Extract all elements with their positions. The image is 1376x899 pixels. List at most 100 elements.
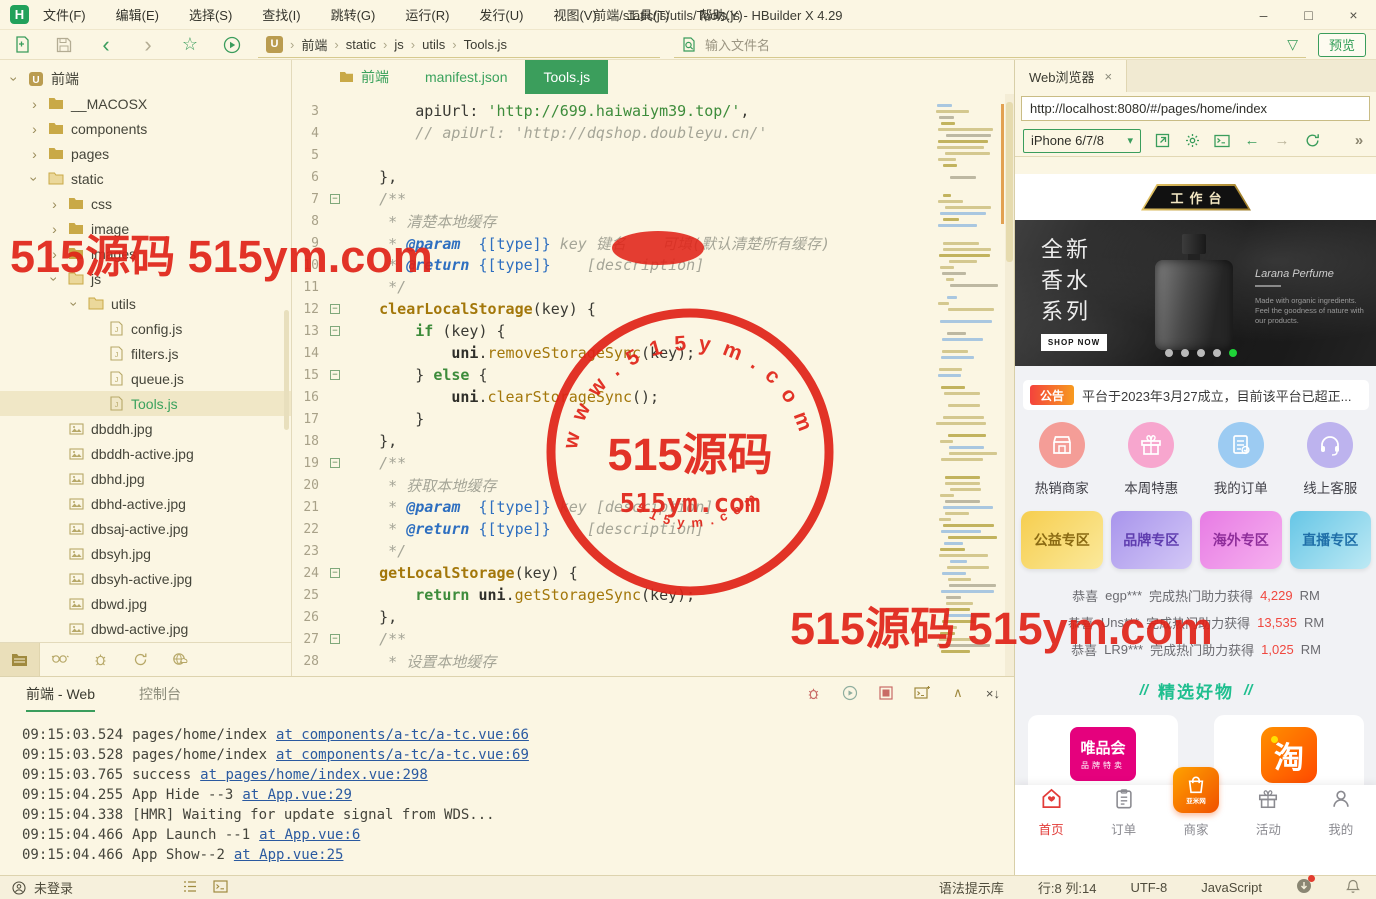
menu-文件(F)[interactable]: 文件(F): [43, 5, 86, 24]
tab-project[interactable]: 前端: [321, 60, 407, 94]
nav-item-我的[interactable]: 我的: [1311, 788, 1371, 838]
settings-gear-icon[interactable]: [1183, 132, 1201, 150]
back-icon[interactable]: ‹: [96, 35, 116, 55]
breadcrumb-item[interactable]: Tools.js: [464, 37, 507, 52]
nav-item-首页[interactable]: 首页: [1021, 787, 1081, 838]
tree-item-__MACOSX[interactable]: ›__MACOSX: [0, 91, 291, 116]
tree-item-utils[interactable]: ›utils: [0, 291, 291, 316]
breadcrumb-item[interactable]: utils: [422, 37, 445, 52]
code-line-5[interactable]: 5: [293, 144, 1014, 166]
log-source-link[interactable]: at App.vue:29: [242, 787, 352, 803]
log-source-link[interactable]: at components/a-tc/a-tc.vue:69: [276, 747, 529, 763]
search-panel-icon[interactable]: [40, 643, 80, 676]
tree-item-dbsyh-active.jpg[interactable]: dbsyh-active.jpg: [0, 566, 291, 591]
code-line-3[interactable]: 3 apiUrl: 'http://699.haiwaiym39.top/',: [293, 100, 1014, 122]
tab-tools-js[interactable]: Tools.js: [525, 60, 608, 94]
refresh-icon[interactable]: [1303, 132, 1321, 150]
code-line-23[interactable]: 23 */: [293, 540, 1014, 562]
code-line-6[interactable]: 6 },: [293, 166, 1014, 188]
minimap[interactable]: [936, 104, 1002, 656]
new-terminal-icon[interactable]: [914, 685, 930, 701]
fold-icon[interactable]: −: [327, 458, 343, 468]
tree-item-images[interactable]: ›images: [0, 241, 291, 266]
tree-expand-icon[interactable]: ›: [48, 196, 61, 212]
forward-icon[interactable]: ›: [138, 35, 158, 55]
tree-item-js[interactable]: ›js: [0, 266, 291, 291]
tree-item-static[interactable]: ›static: [0, 166, 291, 191]
breadcrumb-item[interactable]: js: [394, 37, 403, 52]
console-tab-web[interactable]: 前端 - Web: [26, 684, 95, 712]
save-icon[interactable]: [54, 35, 74, 55]
tree-item-pages[interactable]: ›pages: [0, 141, 291, 166]
code-line-25[interactable]: 25 return uni.getStorageSync(key);: [293, 584, 1014, 606]
web-browser-tab[interactable]: Web浏览器 ×: [1015, 60, 1127, 92]
fold-icon[interactable]: −: [327, 304, 343, 314]
restart-icon[interactable]: [842, 685, 858, 701]
code-line-8[interactable]: 8 * 清楚本地缓存: [293, 210, 1014, 232]
code-line-11[interactable]: 11 */: [293, 276, 1014, 298]
carousel-dot[interactable]: [1165, 349, 1173, 357]
menu-查找(I)[interactable]: 查找(I): [262, 5, 300, 24]
tree-item-components[interactable]: ›components: [0, 116, 291, 141]
fold-icon[interactable]: −: [327, 326, 343, 336]
log-source-link[interactable]: at App.vue:25: [234, 847, 344, 863]
tree-item-dbsaj-active.jpg[interactable]: dbsaj-active.jpg: [0, 516, 291, 541]
tree-item-dbhd-active.jpg[interactable]: dbhd-active.jpg: [0, 491, 291, 516]
code-line-18[interactable]: 18 },: [293, 430, 1014, 452]
stop-icon[interactable]: [878, 685, 894, 701]
breadcrumb-item[interactable]: 前端: [301, 35, 327, 54]
nav-item-订单[interactable]: 订单: [1094, 788, 1154, 838]
code-line-4[interactable]: 4 // apiUrl: 'http://dqshop.doubleyu.cn/…: [293, 122, 1014, 144]
nav-item-商家[interactable]: 亚米网商家: [1166, 777, 1226, 838]
refresh-panel-icon[interactable]: [120, 643, 160, 676]
cursor-position[interactable]: 行:8 列:14: [1038, 878, 1097, 897]
quick-link-热销商家[interactable]: 热销商家: [1023, 422, 1101, 497]
fold-icon[interactable]: −: [327, 568, 343, 578]
devtools-console-icon[interactable]: [1213, 132, 1231, 150]
more-icon[interactable]: »: [1350, 132, 1368, 150]
nav-forward-icon[interactable]: →: [1273, 132, 1291, 150]
notice-bar[interactable]: 公告 平台于2023年3月27成立，目前该平台已超正...: [1023, 380, 1369, 410]
quick-link-本周特惠[interactable]: 本周特惠: [1112, 422, 1190, 497]
code-line-21[interactable]: 21 * @param {[type]} key [description]: [293, 496, 1014, 518]
zone-card-直播专区[interactable]: 直播专区: [1290, 511, 1372, 569]
outline-icon[interactable]: [183, 880, 197, 896]
zone-card-公益专区[interactable]: 公益专区: [1021, 511, 1103, 569]
code-area[interactable]: 3 apiUrl: 'http://699.haiwaiym39.top/',4…: [293, 94, 1014, 672]
nav-back-icon[interactable]: ←: [1243, 132, 1261, 150]
menu-跳转(G)[interactable]: 跳转(G): [331, 5, 376, 24]
tree-item-dbwd.jpg[interactable]: dbwd.jpg: [0, 591, 291, 616]
log-source-link[interactable]: at App.vue:6: [259, 827, 360, 843]
tree-collapse-icon[interactable]: ›: [27, 172, 43, 185]
close-tab-icon[interactable]: ×: [1105, 69, 1113, 84]
tree-item-filters.js[interactable]: Jfilters.js: [0, 341, 291, 366]
menu-选择(S)[interactable]: 选择(S): [189, 5, 232, 24]
shop-now-button[interactable]: SHOP NOW: [1041, 334, 1107, 351]
fold-icon[interactable]: −: [327, 370, 343, 380]
menu-运行(R)[interactable]: 运行(R): [405, 5, 449, 24]
tree-collapse-icon[interactable]: ›: [67, 297, 83, 310]
quick-link-我的订单[interactable]: 我的订单: [1202, 422, 1280, 497]
url-input[interactable]: http://localhost:8080/#/pages/home/index: [1021, 96, 1370, 121]
tree-collapse-icon[interactable]: ›: [7, 72, 23, 85]
code-line-19[interactable]: 19− /**: [293, 452, 1014, 474]
syntax-lib-status[interactable]: 语法提示库: [939, 878, 1004, 897]
zone-card-海外专区[interactable]: 海外专区: [1200, 511, 1282, 569]
files-panel-icon[interactable]: [0, 643, 40, 676]
tree-item-前端[interactable]: ›U前端: [0, 66, 291, 91]
menu-视图(V)[interactable]: 视图(V): [553, 5, 596, 24]
code-line-7[interactable]: 7− /**: [293, 188, 1014, 210]
tree-item-Tools.js[interactable]: JTools.js: [0, 391, 291, 416]
code-line-28[interactable]: 28 * 设置本地缓存: [293, 650, 1014, 672]
code-line-27[interactable]: 27− /**: [293, 628, 1014, 650]
tree-item-dbddh.jpg[interactable]: dbddh.jpg: [0, 416, 291, 441]
tree-expand-icon[interactable]: ›: [28, 96, 41, 112]
tree-item-dbhd.jpg[interactable]: dbhd.jpg: [0, 466, 291, 491]
code-line-13[interactable]: 13− if (key) {: [293, 320, 1014, 342]
code-line-22[interactable]: 22 * @return {[type]} [description]: [293, 518, 1014, 540]
editor-scrollbar[interactable]: [1005, 94, 1014, 676]
code-line-24[interactable]: 24− getLocalStorage(key) {: [293, 562, 1014, 584]
login-status[interactable]: 未登录: [34, 878, 73, 897]
carousel-dot[interactable]: [1213, 349, 1221, 357]
language-mode[interactable]: JavaScript: [1201, 880, 1262, 895]
